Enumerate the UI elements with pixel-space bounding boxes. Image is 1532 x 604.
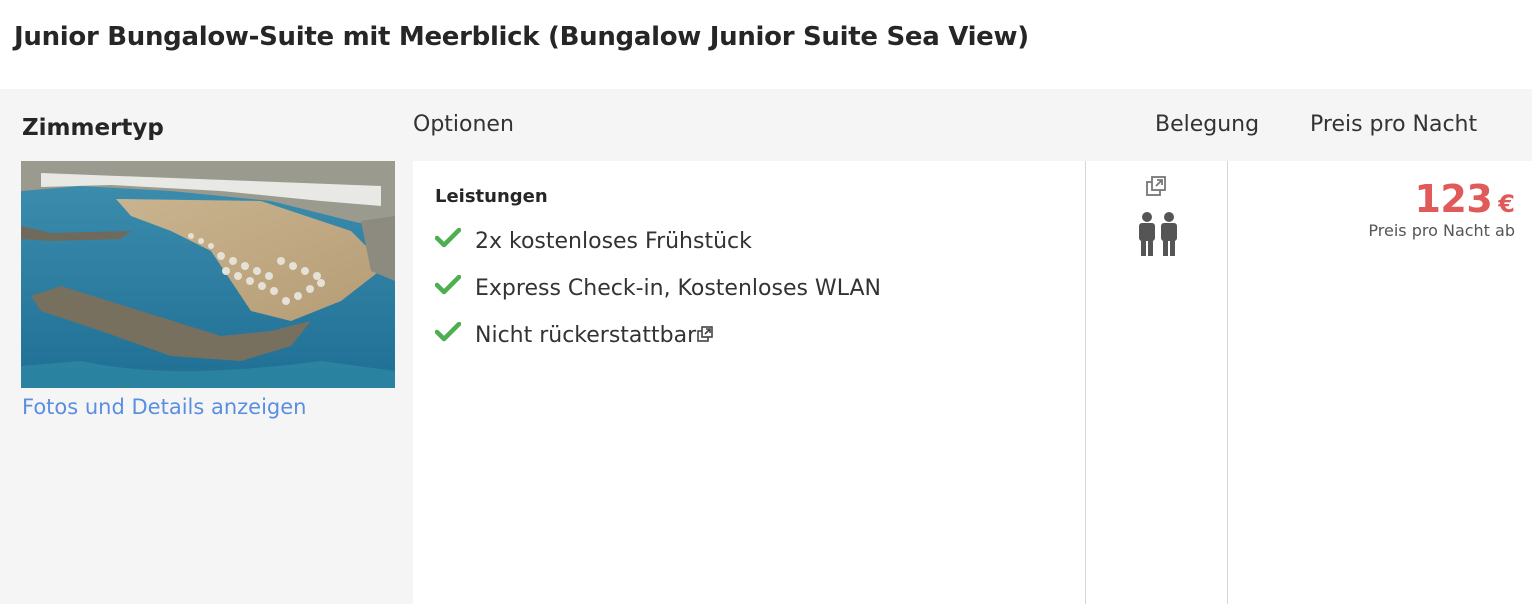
service-item: Nicht rückerstattbar: [434, 320, 713, 350]
service-item-label: 2x kostenloses Frühstück: [475, 228, 752, 254]
options-panel: Leistungen 2x kostenloses Frühstück Expr…: [413, 161, 1532, 604]
column-divider: [1227, 161, 1228, 604]
header-price-per-night: Preis pro Nacht: [1310, 112, 1478, 137]
room-photo[interactable]: [21, 161, 395, 388]
price-amount: 123: [1414, 177, 1493, 221]
check-icon: [434, 321, 475, 348]
show-photos-details-link[interactable]: Fotos und Details anzeigen: [22, 395, 307, 419]
room-table: Zimmertyp Optionen Belegung Preis pro Na…: [0, 89, 1532, 604]
header-room-type: Zimmertyp: [22, 115, 164, 141]
service-item: Express Check-in, Kostenloses WLAN: [434, 273, 881, 303]
service-item: 2x kostenloses Frühstück: [434, 226, 752, 256]
two-persons-icon: [1137, 211, 1179, 261]
check-icon: [434, 227, 475, 254]
price-label: Preis pro Nacht ab: [1368, 221, 1515, 240]
check-icon: [434, 274, 475, 301]
external-link-icon[interactable]: [697, 323, 713, 348]
external-link-icon[interactable]: [1145, 175, 1167, 201]
service-item-label: Nicht rückerstattbar: [475, 322, 697, 348]
room-title: Junior Bungalow-Suite mit Meerblick (Bun…: [14, 22, 1029, 52]
services-title: Leistungen: [435, 186, 548, 207]
header-occupancy: Belegung: [1155, 112, 1260, 137]
service-item-label: Express Check-in, Kostenloses WLAN: [475, 275, 881, 301]
header-options: Optionen: [413, 112, 514, 137]
column-divider: [1085, 161, 1086, 604]
price-box: 123 € Preis pro Nacht ab: [1368, 177, 1515, 240]
price-currency: €: [1498, 190, 1515, 218]
